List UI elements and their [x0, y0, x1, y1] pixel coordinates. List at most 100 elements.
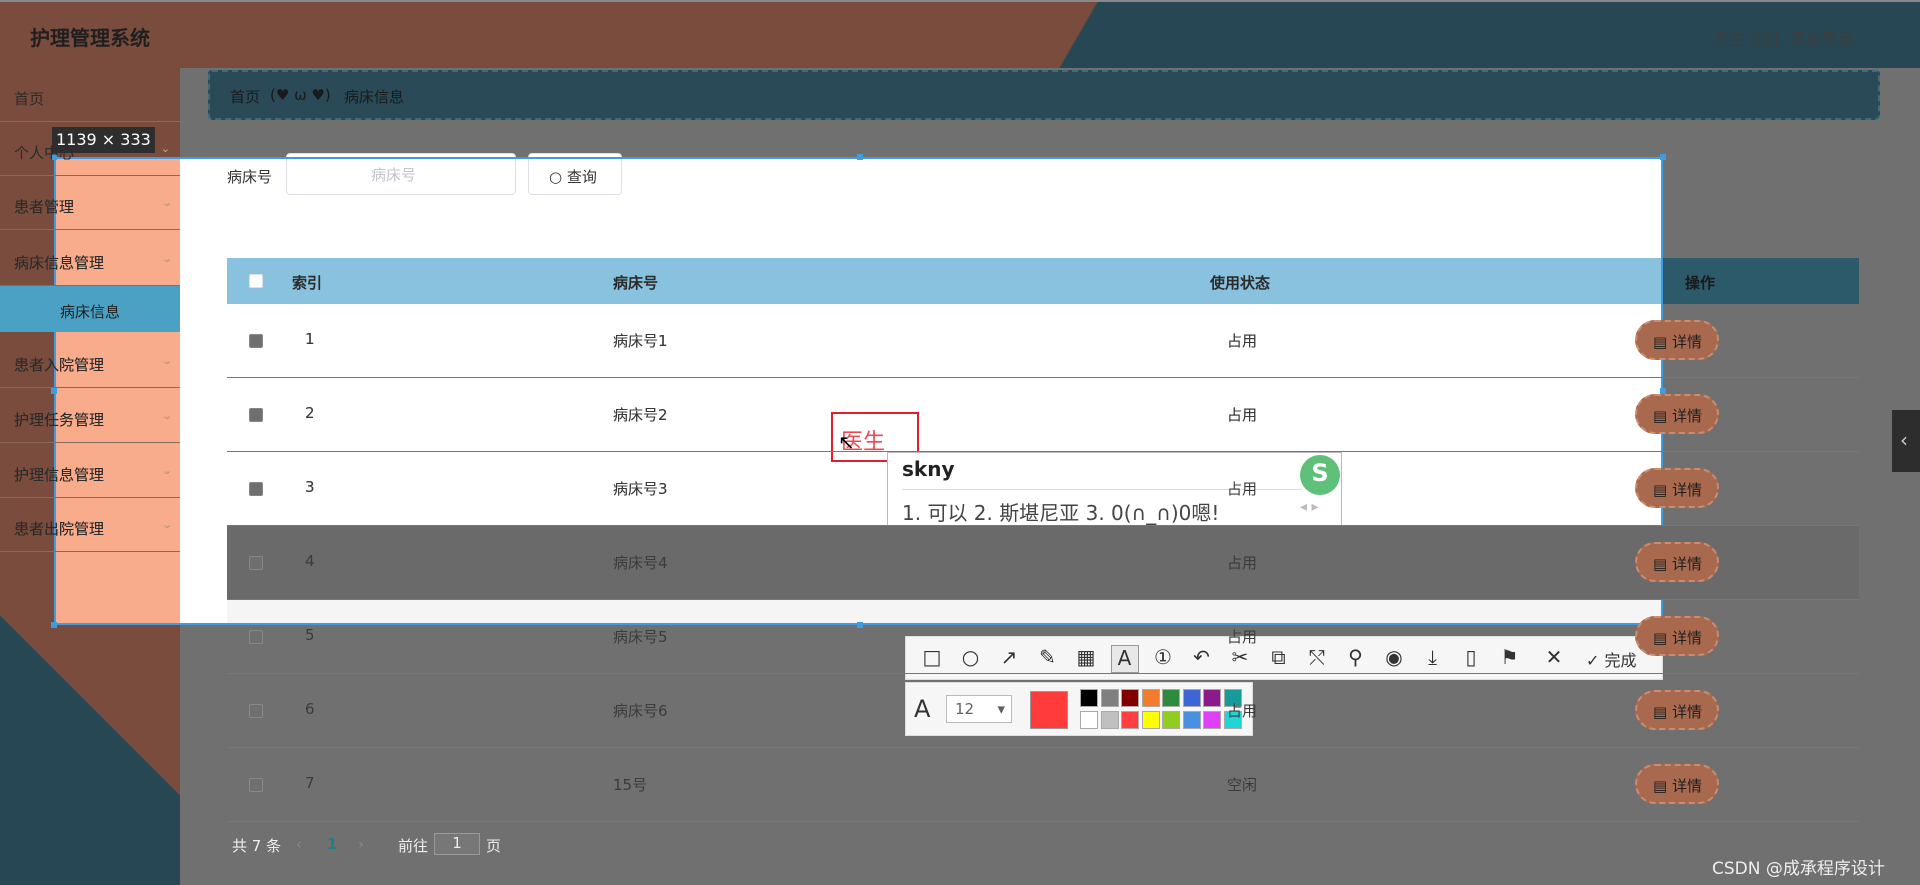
sidebar-item-label: 护理任务管理	[14, 411, 105, 429]
detail-button-label: 详情	[1671, 481, 1702, 499]
sidebar-subitem-active[interactable]: 病床信息	[0, 286, 180, 332]
row-bed: 病床号2	[613, 406, 668, 424]
header-index: 索引	[292, 274, 323, 292]
table-row-dim: 5 病床号5 占用 ▤ 详情	[227, 600, 1859, 674]
table-header: 索引 病床号 使用状态	[227, 258, 1663, 304]
detail-button-label: 详情	[1671, 407, 1702, 425]
row-status: 占用	[1227, 406, 1258, 424]
row-checkbox[interactable]	[249, 556, 263, 570]
header-action: 操作	[1685, 274, 1716, 292]
breadcrumb: 首页 (♥ ω ♥) 病床信息	[208, 70, 1880, 120]
row-status: 占用	[1227, 332, 1258, 350]
next-page-icon[interactable]: ›	[358, 835, 364, 853]
detail-icon: ▤	[1653, 555, 1672, 573]
detail-button[interactable]: ▤ 详情	[1635, 320, 1719, 360]
row-bed: 15号	[613, 776, 648, 794]
row-bed: 病床号3	[613, 480, 668, 498]
pager-goto: 前往	[398, 837, 429, 855]
chevron-down-icon: ⌄	[160, 252, 170, 265]
row-status: 占用	[1227, 480, 1258, 498]
row-checkbox[interactable]	[249, 334, 263, 348]
row-index: 3	[305, 478, 315, 496]
prev-page-icon[interactable]: ‹	[296, 835, 302, 853]
pager-total: 共 7 条	[232, 837, 282, 855]
sidebar-item-4[interactable]: 患者入院管理 ⌄	[0, 334, 180, 388]
search-button-label: 查询	[566, 168, 597, 186]
detail-button[interactable]: ▤ 详情	[1635, 468, 1719, 508]
detail-icon: ▤	[1653, 777, 1672, 795]
detail-button[interactable]: ▤ 详情	[1635, 542, 1719, 582]
row-index: 1	[305, 330, 315, 348]
breadcrumb-separator: (♥ ω ♥)	[270, 86, 331, 104]
sidebar-item-2[interactable]: 患者管理 ⌄	[0, 176, 180, 230]
chevron-down-icon: ⌄	[160, 142, 170, 155]
watermark: CSDN @成承程序设计	[1712, 859, 1885, 879]
sidebar-item-label: 患者出院管理	[14, 520, 105, 538]
row-bed: 病床号4	[613, 554, 668, 572]
select-all-checkbox[interactable]	[249, 274, 263, 288]
app-header	[0, 0, 1920, 68]
row-index: 7	[305, 774, 315, 792]
sidebar-item-0[interactable]: 首页	[0, 68, 180, 122]
row-checkbox[interactable]	[249, 704, 263, 718]
selection-handle[interactable]	[1660, 154, 1666, 160]
pager-goto-input[interactable]: 1	[434, 833, 480, 855]
selection-handle[interactable]	[857, 154, 863, 160]
selection-handle[interactable]	[51, 622, 57, 628]
row-checkbox[interactable]	[249, 630, 263, 644]
detail-icon: ▤	[1653, 703, 1672, 721]
header-status: 使用状态	[1210, 274, 1271, 292]
search-label: 病床号	[227, 168, 273, 186]
row-checkbox[interactable]	[249, 482, 263, 496]
detail-button[interactable]: ▤ 详情	[1635, 394, 1719, 434]
sidebar-item-label: 患者入院管理	[14, 356, 105, 374]
chevron-down-icon: ⌄	[160, 518, 170, 531]
detail-button[interactable]: ▤ 详情	[1635, 616, 1719, 656]
sidebar-item-label: 护理信息管理	[14, 466, 105, 484]
detail-icon: ▤	[1653, 333, 1672, 351]
logout-link[interactable]: 退出登录	[1790, 26, 1854, 50]
row-status: 占用	[1227, 554, 1258, 572]
table-row-dim: 7 15号 空闲 ▤ 详情	[227, 748, 1859, 822]
detail-button-label: 详情	[1671, 777, 1702, 795]
row-checkbox[interactable]	[249, 408, 263, 422]
row-status: 占用	[1227, 702, 1258, 720]
row-bed: 病床号1	[613, 332, 668, 350]
detail-button-label: 详情	[1671, 629, 1702, 647]
sidebar-item-label: 首页	[14, 90, 45, 108]
header-action-cell: 操作	[1663, 258, 1859, 304]
sidebar-item-label: 个人中心	[14, 144, 75, 162]
table-row-dim: 4 病床号4 占用 ▤ 详情	[227, 526, 1859, 600]
collapse-icon[interactable]: ‹	[1892, 410, 1920, 472]
chevron-down-icon: ⌄	[160, 409, 170, 422]
sidebar-item-7[interactable]: 患者出院管理 ⌄	[0, 498, 180, 552]
pager-page-unit: 页	[486, 837, 502, 855]
search-icon: ○	[549, 168, 567, 186]
current-user: 医生 001	[1714, 30, 1782, 49]
row-status: 空闲	[1227, 776, 1258, 794]
sidebar-item-label: 患者管理	[14, 198, 75, 216]
sidebar-item-1[interactable]: 个人中心 ⌄	[0, 122, 180, 176]
pager-current[interactable]: 1	[327, 835, 337, 853]
chevron-down-icon: ⌄	[160, 464, 170, 477]
app-title: 护理管理系统	[30, 26, 150, 50]
search-input[interactable]: 病床号	[286, 153, 516, 195]
chevron-down-icon: ⌄	[160, 354, 170, 367]
detail-icon: ▤	[1653, 481, 1672, 499]
detail-button-label: 详情	[1671, 333, 1702, 351]
detail-button-label: 详情	[1671, 555, 1702, 573]
search-button[interactable]: ○ 查询	[528, 153, 622, 195]
table-row-dim: 2 病床号2 占用 ▤ 详情	[227, 378, 1859, 452]
row-checkbox[interactable]	[249, 778, 263, 792]
row-index: 5	[305, 626, 315, 644]
sidebar-item-5[interactable]: 护理任务管理 ⌄	[0, 389, 180, 443]
row-index: 6	[305, 700, 315, 718]
breadcrumb-home[interactable]: 首页	[230, 86, 260, 107]
detail-button[interactable]: ▤ 详情	[1635, 690, 1719, 730]
detail-icon: ▤	[1653, 629, 1672, 647]
detail-button-label: 详情	[1671, 703, 1702, 721]
sidebar-item-3[interactable]: 病床信息管理 ⌄	[0, 232, 180, 286]
sidebar-item-6[interactable]: 护理信息管理 ⌄	[0, 444, 180, 498]
row-index: 2	[305, 404, 315, 422]
detail-button[interactable]: ▤ 详情	[1635, 764, 1719, 804]
